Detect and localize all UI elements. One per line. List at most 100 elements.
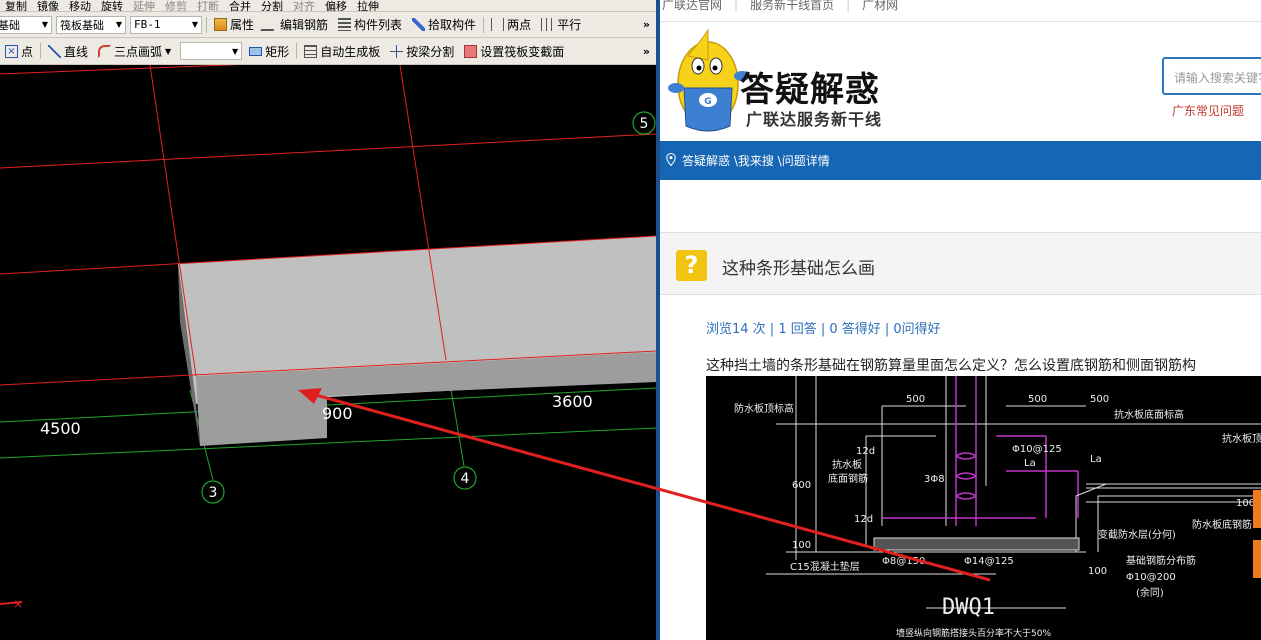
align-button[interactable]: 对齐 [288,0,320,11]
member-select[interactable]: FB-1 ▼ [130,15,202,34]
copy-button[interactable]: 复制 [0,0,32,11]
grid-line [0,133,656,169]
line-button[interactable]: 直线 [43,38,93,64]
member-toolbar: 基础 ▼ 筏板基础 ▼ FB-1 ▼ 属性 编辑钢筋 构件列表 拾取构件 两点 平行 … [0,12,656,38]
question-header: ? 这种条形基础怎么画 [660,232,1261,295]
attributes-button[interactable]: 属性 [209,12,259,37]
axis-line [0,427,656,459]
toolbar-overflow-icon[interactable]: » [643,45,650,58]
rect-button[interactable]: 矩形 [244,38,294,64]
drawing-title: DWQ1 [942,595,995,620]
edit-toolbar: 复制 镜像 移动 旋转 延伸 修剪 打断 合并 分割 对齐 偏移 拉伸 [0,0,656,12]
svg-text:防水板底钢筋: 防水板底钢筋 [1192,518,1252,531]
question-mark-icon: ? [676,250,707,281]
location-pin-icon [666,152,676,169]
breadcrumb[interactable]: 答疑解惑 \我来搜 \问题详情 [682,152,830,169]
toolbar-overflow-icon[interactable]: » [643,18,650,31]
point-button[interactable]: × 点 [0,38,38,64]
svg-text:3: 3 [209,485,218,501]
two-points-icon [491,18,505,31]
svg-text:500: 500 [1028,394,1047,405]
axis-marker-5: 5 [632,111,656,135]
svg-text:(余同): (余同) [1136,586,1164,599]
svg-text:抗水板底面标高: 抗水板底面标高 [1114,408,1184,421]
svg-text:600: 600 [792,480,811,491]
separator [483,16,485,33]
svg-text:Φ8@150: Φ8@150 [882,556,925,567]
topnav-link[interactable]: 广联达官网 [660,0,734,13]
topnav-link[interactable]: 服务新干线首页 [738,0,846,13]
separator [206,16,207,33]
foundation-detail-drawing: 500 500 500 防水板顶标高 12d Φ10@125 La La 抗水板… [734,376,1261,639]
extend-button[interactable]: 延伸 [128,0,160,11]
split-by-beam-button[interactable]: 按梁分割 [385,38,459,64]
separator [40,43,42,59]
separator [296,43,298,59]
trim-button[interactable]: 修剪 [160,0,192,11]
rebar-icon [260,18,281,31]
pick-member-button[interactable]: 拾取构件 [407,12,481,37]
search-input[interactable]: 请输入搜索关键字 [1162,57,1261,95]
draw-mode-select[interactable]: ▼ [180,42,243,60]
dimension-label: 900 [322,404,353,423]
site-top-nav: 广联达官网 | 服务新干线首页 | 广材网 [660,0,1261,22]
mirror-button[interactable]: 镜像 [32,0,64,11]
chevron-down-icon: ▼ [165,46,172,56]
svg-text:Φ14@125: Φ14@125 [964,556,1014,567]
rotate-button[interactable]: 旋转 [96,0,128,11]
question-image[interactable]: 500 500 500 防水板顶标高 12d Φ10@125 La La 抗水板… [706,376,1261,640]
stretch-button[interactable]: 拉伸 [352,0,384,11]
question-stats[interactable]: 浏览14 次 | 1 回答 | 0 答得好 | 0问得好 [706,318,941,337]
svg-text:500: 500 [1090,394,1109,405]
parallel-icon [541,18,555,31]
section-icon [464,44,478,58]
member-list-button[interactable]: 构件列表 [333,12,407,37]
cad-pane[interactable]: 复制 镜像 移动 旋转 延伸 修剪 打断 合并 分割 对齐 偏移 拉伸 基础 ▼ … [0,0,656,640]
svg-text:4: 4 [461,471,470,487]
move-button[interactable]: 移动 [64,0,96,11]
svg-text:底面钢筋: 底面钢筋 [828,472,868,485]
split-button[interactable]: 分割 [256,0,288,11]
side-float-button[interactable] [1253,490,1261,528]
topnav-link[interactable]: 广材网 [850,0,910,13]
arc-button[interactable]: 三点画弧 ▼ [93,38,176,64]
svg-text:La: La [1090,454,1102,465]
svg-text:抗水板: 抗水板 [832,458,862,471]
grid-line [0,65,240,75]
svg-text:12d: 12d [854,514,873,525]
svg-text:抗水板顶标: 抗水板顶标 [1222,432,1261,445]
attributes-icon [214,18,227,31]
chevron-down-icon: ▼ [115,20,122,29]
browser-pane: 广联达官网 | 服务新干线首页 | 广材网 G 答疑解惑 广联达服务新干线 请输… [660,0,1261,640]
svg-text:Φ10@200: Φ10@200 [1126,572,1176,583]
svg-text:变截防水层(分何): 变截防水层(分何) [1098,528,1176,541]
draw-toolbar: × 点 直线 三点画弧 ▼ ▼ 矩形 自动生成板 按梁分割 设置筏板变截面 » [0,38,656,65]
parallel-button[interactable]: 平行 [536,12,586,37]
faq-link[interactable]: 广东常见问题 [1172,102,1244,119]
arc-icon [98,44,112,58]
auto-slab-button[interactable]: 自动生成板 [299,38,385,64]
set-section-button[interactable]: 设置筏板变截面 [459,38,569,64]
floor-select[interactable]: 基础 ▼ [0,15,52,34]
site-header: G 答疑解惑 广联达服务新干线 请输入搜索关键字 广东常见问题 [660,22,1261,141]
offset-button[interactable]: 偏移 [320,0,352,11]
axis-marker-4: 4 [453,466,477,490]
two-points-button[interactable]: 两点 [486,12,536,37]
eyedropper-icon [412,18,426,31]
point-icon: × [5,44,18,58]
svg-text:100: 100 [1088,566,1107,577]
list-icon [338,18,352,31]
type-select[interactable]: 筏板基础 ▼ [56,15,126,34]
axis-marker-3: 3 [201,480,225,504]
raft-slab[interactable] [178,236,656,446]
svg-text:G: G [704,97,711,107]
side-float-button[interactable] [1253,540,1261,578]
merge-button[interactable]: 合并 [224,0,256,11]
grid-line [149,65,197,377]
svg-text:×: × [13,597,23,611]
logo-title: 答疑解惑 [740,70,880,110]
logo-subtitle: 广联达服务新干线 [746,110,883,129]
cad-viewport[interactable]: 5 3 4 4500 900 3600 × [0,65,656,640]
edit-rebar-button[interactable]: 编辑钢筋 [259,12,333,37]
break-button[interactable]: 打断 [192,0,224,11]
